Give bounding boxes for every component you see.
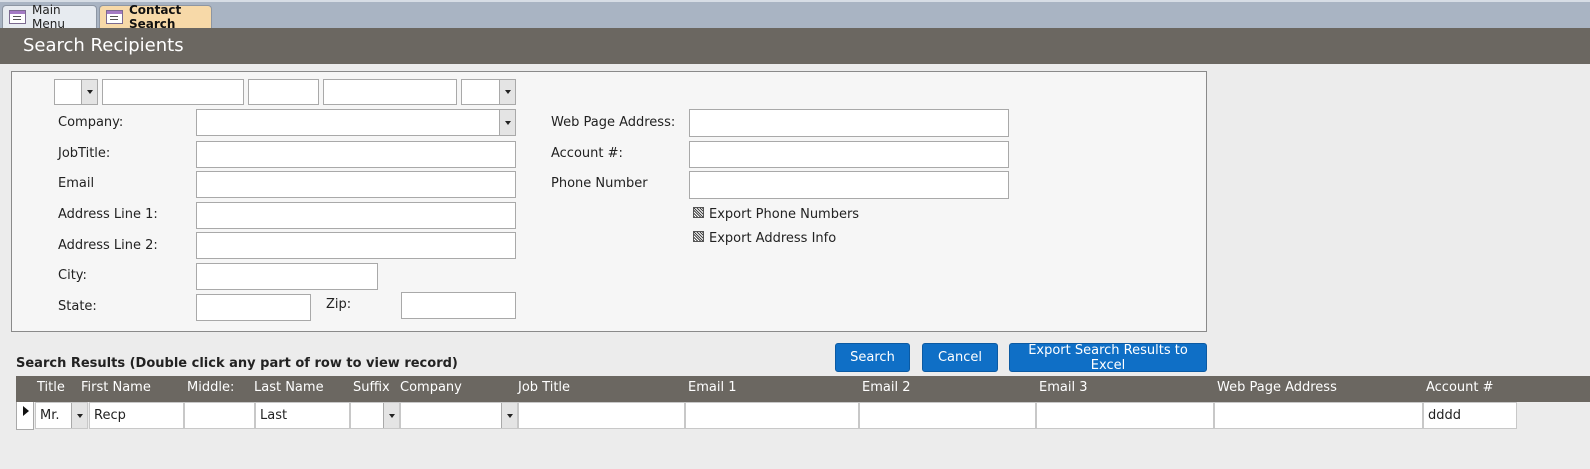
column-header-email-2: Email 2 <box>862 380 911 395</box>
column-header-title: Title <box>37 380 65 395</box>
form-icon <box>9 10 26 24</box>
form-icon <box>106 10 123 24</box>
address-line-2-label: Address Line 2: <box>58 238 158 253</box>
chevron-down-icon[interactable] <box>499 80 515 104</box>
export-to-excel-button[interactable]: Export Search Results to Excel <box>1009 343 1207 373</box>
web-page-label: Web Page Address: <box>551 115 676 130</box>
column-header-email-1: Email 1 <box>688 380 737 395</box>
cell-email-2[interactable] <box>859 402 1036 429</box>
column-header-company: Company <box>400 380 462 395</box>
record-selector[interactable] <box>16 402 34 430</box>
column-header-first-name: First Name <box>81 380 151 395</box>
jobtitle-label: JobTitle: <box>58 146 111 161</box>
cell-email-3[interactable] <box>1036 402 1214 429</box>
results-grid-header <box>16 376 1590 402</box>
cancel-button[interactable]: Cancel <box>922 343 998 372</box>
email-input[interactable] <box>196 171 516 198</box>
cell-value: Mr. <box>40 408 60 423</box>
cell-job-title[interactable] <box>518 402 685 429</box>
address-line-1-label: Address Line 1: <box>58 207 158 222</box>
first-name-input[interactable] <box>102 79 244 105</box>
phone-number-label: Phone Number <box>551 176 648 191</box>
search-results-title: Search Results (Double click any part of… <box>16 356 458 371</box>
company-label: Company: <box>58 115 124 130</box>
export-phone-checkbox[interactable] <box>693 207 704 218</box>
column-header-web-page: Web Page Address <box>1217 380 1337 395</box>
column-header-middle: Middle: <box>187 380 235 395</box>
cell-email-1[interactable] <box>685 402 859 429</box>
tab-label: Contact Search <box>129 3 182 31</box>
cell-title[interactable]: Mr. <box>35 402 88 429</box>
title-combobox[interactable] <box>54 79 98 105</box>
chevron-down-icon[interactable] <box>501 403 517 428</box>
cell-first-name[interactable]: Recp <box>89 402 184 429</box>
tab-label: Main Menu <box>32 3 65 31</box>
column-header-email-3: Email 3 <box>1039 380 1088 395</box>
address-line-2-input[interactable] <box>196 232 516 259</box>
column-header-last-name: Last Name <box>254 380 324 395</box>
column-header-job-title: Job Title <box>518 380 571 395</box>
cell-last-name[interactable]: Last <box>255 402 350 429</box>
web-page-input[interactable] <box>689 109 1009 137</box>
cell-middle[interactable] <box>184 402 255 429</box>
middle-name-input[interactable] <box>248 79 319 105</box>
company-combobox[interactable] <box>196 109 516 136</box>
chevron-down-icon[interactable] <box>81 80 97 104</box>
chevron-down-icon[interactable] <box>71 403 87 428</box>
export-phone-label: Export Phone Numbers <box>709 207 860 222</box>
search-button[interactable]: Search <box>835 343 910 372</box>
zip-label: Zip: <box>326 297 352 312</box>
email-label: Email <box>58 176 95 191</box>
export-address-checkbox[interactable] <box>693 231 704 242</box>
cell-account[interactable]: dddd <box>1423 402 1517 429</box>
document-tab-strip <box>0 0 1590 28</box>
city-label: City: <box>58 268 87 283</box>
chevron-down-icon[interactable] <box>383 403 399 428</box>
last-name-input[interactable] <box>323 79 457 105</box>
tab-contact-search[interactable]: Contact Search <box>99 3 212 31</box>
cell-web-page[interactable] <box>1214 402 1423 429</box>
chevron-down-icon[interactable] <box>499 110 515 135</box>
form-header <box>0 28 1590 64</box>
cell-company[interactable] <box>400 402 518 429</box>
export-address-label: Export Address Info <box>709 231 837 246</box>
city-input[interactable] <box>196 263 378 290</box>
account-input[interactable] <box>689 141 1009 168</box>
tab-main-menu[interactable]: Main Menu <box>2 3 97 31</box>
column-header-account: Account # <box>1426 380 1494 395</box>
search-criteria-panel <box>11 71 1207 332</box>
suffix-combobox[interactable] <box>461 79 516 105</box>
column-header-suffix: Suffix <box>353 380 390 395</box>
zip-input[interactable] <box>401 292 516 319</box>
account-label: Account #: <box>551 146 623 161</box>
address-line-1-input[interactable] <box>196 202 516 229</box>
state-input[interactable] <box>196 294 311 321</box>
phone-number-input[interactable] <box>689 171 1009 199</box>
jobtitle-input[interactable] <box>196 141 516 168</box>
page-title: Search Recipients <box>23 35 184 56</box>
state-label: State: <box>58 299 97 314</box>
cell-suffix[interactable] <box>350 402 400 429</box>
